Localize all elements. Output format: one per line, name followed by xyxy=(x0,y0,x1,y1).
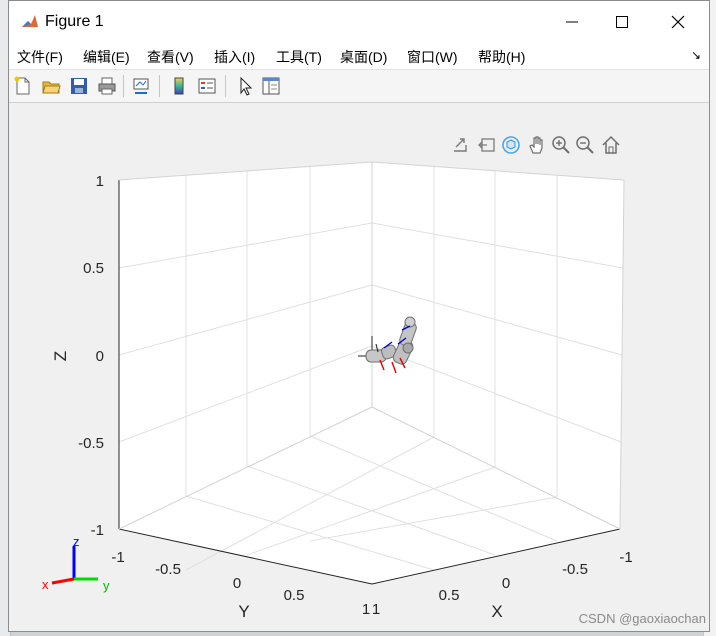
orientation-triad: z y x xyxy=(42,534,110,593)
y-tick-label: 0 xyxy=(233,575,241,592)
x-tick-label: 0 xyxy=(502,575,510,592)
y-tick-label: 1 xyxy=(362,601,370,618)
x-tick-label: -1 xyxy=(619,549,632,566)
z-axis-label: Z xyxy=(51,351,70,361)
x-tick-label: 0.5 xyxy=(439,587,460,604)
z-tick-label: 1 xyxy=(96,173,104,190)
z-tick-label: 0.5 xyxy=(83,260,104,277)
y-tick-label: -1 xyxy=(111,549,124,566)
y-tick-label: 0.5 xyxy=(284,587,305,604)
x-tick-label: 1 xyxy=(372,601,380,618)
watermark: CSDN @gaoxiaochan xyxy=(578,611,706,626)
y-tick-label: -0.5 xyxy=(155,561,181,578)
z-tick-label: 0 xyxy=(96,348,104,365)
axes-3d-plot[interactable]: 1 0.5 0 -0.5 -1 Z -1 -0.5 0 0.5 1 Y 1 0.… xyxy=(0,0,716,636)
z-tick-label: -1 xyxy=(91,522,104,539)
x-axis-label: X xyxy=(491,602,502,621)
triad-z-label: z xyxy=(73,534,80,549)
x-tick-label: -0.5 xyxy=(562,561,588,578)
triad-y-label: y xyxy=(103,578,110,593)
y-axis-label: Y xyxy=(238,602,249,621)
z-tick-label: -0.5 xyxy=(78,435,104,452)
triad-x-label: x xyxy=(42,577,49,592)
